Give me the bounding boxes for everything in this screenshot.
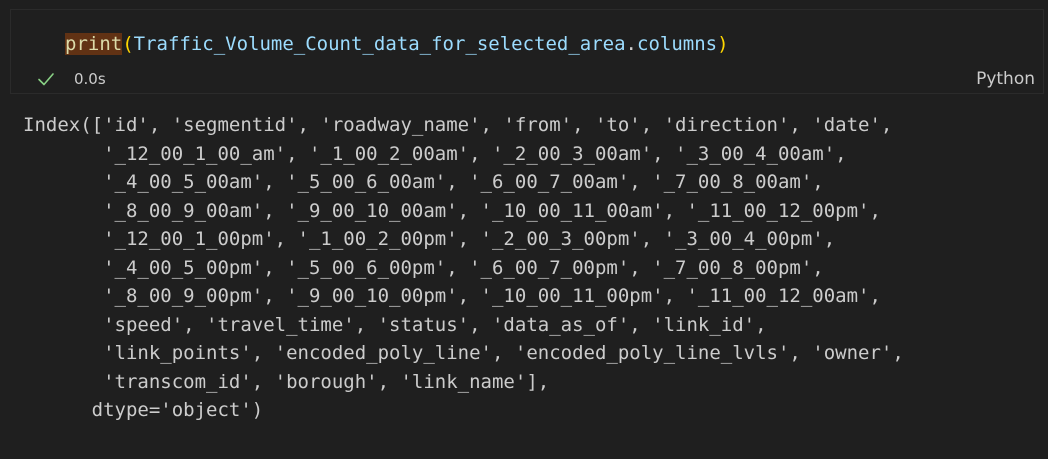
output-line: dtype='object') <box>23 399 264 421</box>
output-line: '_4_00_5_00pm', '_5_00_6_00pm', '_6_00_7… <box>23 256 824 279</box>
code-variable-token: Traffic_Volume_Count_data_for_selected_a… <box>133 33 626 55</box>
execution-duration: 0.0s <box>74 70 106 88</box>
cell-output: Index(['id', 'segmentid', 'roadway_name'… <box>23 111 904 425</box>
code-line[interactable]: print(Traffic_Volume_Count_data_for_sele… <box>65 31 729 57</box>
output-line: '_8_00_9_00am', '_9_00_10_00am', '_10_00… <box>23 199 881 222</box>
output-line: '_12_00_1_00pm', '_1_00_2_00pm', '_2_00_… <box>23 228 836 250</box>
code-function-token: print <box>65 33 123 55</box>
output-line: '_12_00_1_00_am', '_1_00_2_00am', '_2_00… <box>23 142 847 165</box>
output-line: Index(['id', 'segmentid', 'roadway_name'… <box>23 114 893 136</box>
code-attribute-token: columns <box>637 33 718 55</box>
code-editor[interactable]: print(Traffic_Volume_Count_data_for_sele… <box>12 11 1042 67</box>
cell-status-bar: 0.0s Python <box>12 67 1042 93</box>
language-selector[interactable]: Python <box>976 69 1035 89</box>
code-close-paren: ) <box>717 33 729 55</box>
notebook-cell[interactable]: print(Traffic_Volume_Count_data_for_sele… <box>10 9 1044 94</box>
check-icon <box>36 69 56 89</box>
output-line: 'link_points', 'encoded_poly_line', 'enc… <box>23 342 904 364</box>
output-line: 'transcom_id', 'borough', 'link_name'], <box>23 370 550 393</box>
output-line: 'speed', 'travel_time', 'status', 'data_… <box>23 313 767 336</box>
code-open-paren: ( <box>122 33 134 55</box>
output-line: '_4_00_5_00am', '_5_00_6_00am', '_6_00_7… <box>23 171 824 193</box>
output-line: '_8_00_9_00pm', '_9_00_10_00pm', '_10_00… <box>23 285 881 307</box>
code-dot-token: . <box>625 33 637 55</box>
